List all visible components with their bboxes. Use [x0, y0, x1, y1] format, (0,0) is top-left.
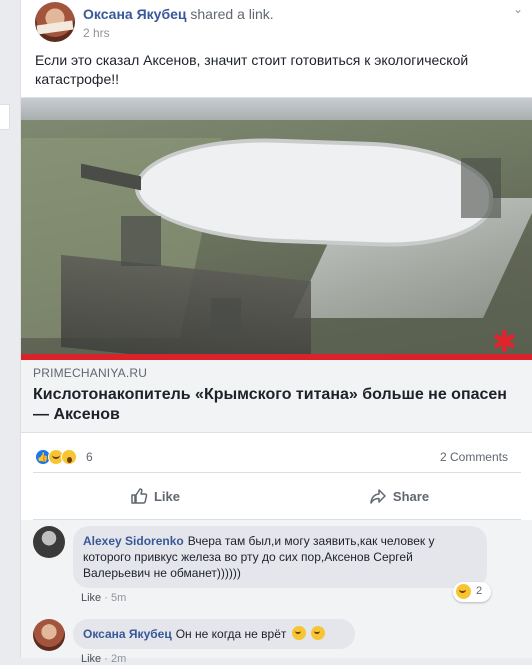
- comment-author-link[interactable]: Оксана Якубец: [83, 627, 172, 641]
- comment-bubble: Alexey Sidorenko Вчера там был,и могу зая…: [73, 526, 487, 588]
- like-button-label: Like: [153, 488, 180, 504]
- left-panel-edge: [0, 104, 10, 130]
- comment-reactions[interactable]: 2: [453, 582, 491, 602]
- comment-author-link[interactable]: Alexey Sidorenko: [83, 534, 184, 548]
- post-header: Оксана Якубец shared a link. 2 hrs ⌄: [35, 2, 525, 42]
- post-timestamp[interactable]: 2 hrs: [83, 26, 110, 40]
- link-preview[interactable]: ✱ PRIMECHANIYA.RU Кислотонакопитель «Кры…: [21, 97, 532, 433]
- author-action-text: shared a link.: [190, 6, 274, 22]
- author-line: Оксана Якубец shared a link.: [83, 6, 274, 22]
- comment-meta-separator: ·: [104, 653, 108, 665]
- comment-meta: Like · 2m: [81, 653, 126, 665]
- grin-emoji-icon: [291, 626, 306, 640]
- laughing-emoji-icon: [311, 626, 326, 640]
- comment-meta: Like · 5m: [81, 592, 126, 604]
- comment-bubble: Оксана Якубец Он не когда не врёт: [73, 619, 355, 649]
- author-name-link[interactable]: Оксана Якубец: [83, 6, 186, 22]
- star-icon: ✱: [491, 326, 517, 359]
- share-arrow-icon: [370, 489, 386, 504]
- comments-section: Alexey Sidorenko Вчера там был,и могу зая…: [21, 520, 532, 665]
- post-actions-bar: Like Share: [33, 472, 521, 520]
- post-card: Оксана Якубец shared a link. 2 hrs ⌄ Есл…: [20, 0, 532, 665]
- share-button-label: Share: [392, 488, 430, 504]
- comment-like-link[interactable]: Like: [81, 653, 101, 665]
- comment-reaction-count: 2: [476, 585, 483, 597]
- wow-reaction-icon: [61, 449, 77, 465]
- post-options-caret-icon[interactable]: ⌄: [511, 3, 525, 15]
- comment-time[interactable]: 2m: [111, 653, 126, 665]
- comments-count-link[interactable]: 2 Comments: [440, 450, 508, 464]
- comment-time[interactable]: 5m: [111, 592, 126, 604]
- haha-reaction-icon: [456, 584, 471, 599]
- commenter-avatar[interactable]: [33, 619, 65, 651]
- author-avatar[interactable]: [35, 2, 75, 42]
- like-button[interactable]: Like: [33, 473, 277, 519]
- link-title[interactable]: Кислотонакопитель «Крымского титана» бол…: [33, 385, 521, 425]
- thumbs-up-icon: [131, 488, 148, 504]
- comment-like-link[interactable]: Like: [81, 592, 101, 604]
- commenter-avatar[interactable]: [33, 526, 65, 558]
- image-red-stripe: [21, 354, 532, 360]
- share-button[interactable]: Share: [277, 473, 521, 519]
- reaction-count: 6: [86, 450, 93, 464]
- comment-text: Он не когда не врёт: [175, 627, 287, 641]
- post-text: Если это сказал Аксенов, значит стоит го…: [35, 52, 469, 87]
- link-domain: PRIMECHANIYA.RU: [33, 366, 148, 380]
- link-preview-image[interactable]: ✱: [21, 98, 532, 360]
- comment-meta-separator: ·: [104, 592, 108, 604]
